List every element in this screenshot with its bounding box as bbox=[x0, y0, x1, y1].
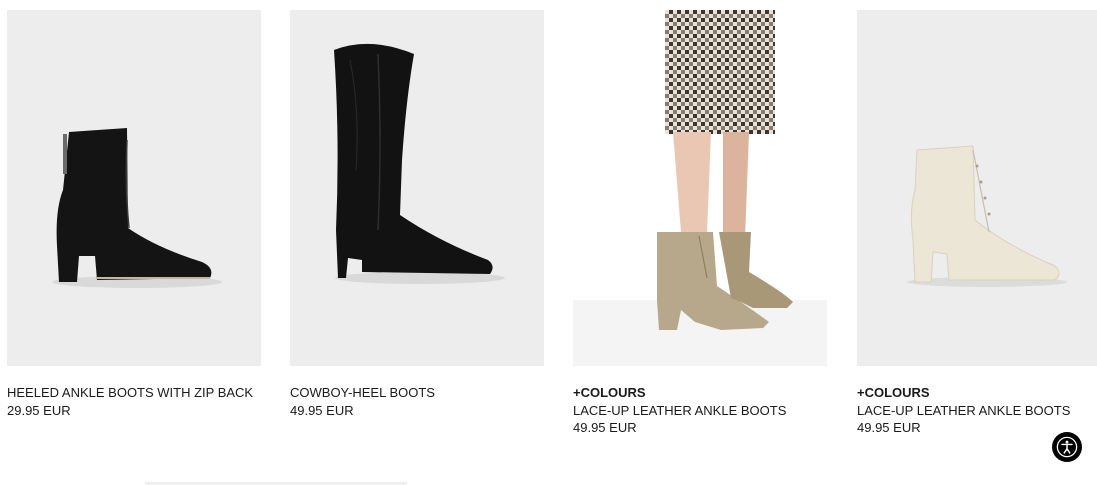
product-name[interactable]: COWBOY-HEEL BOOTS bbox=[290, 384, 544, 402]
product-name[interactable]: LACE-UP LEATHER ANKLE BOOTS bbox=[857, 402, 1097, 420]
product-image-lace-up-ankle-boots-cream[interactable] bbox=[857, 10, 1097, 366]
product-price: 49.95 EUR bbox=[290, 402, 354, 418]
product-card[interactable]: +COLOURS LACE-UP LEATHER ANKLE BOOTS 49.… bbox=[573, 10, 827, 437]
product-card[interactable]: +COLOURS LACE-UP LEATHER ANKLE BOOTS 49.… bbox=[857, 10, 1097, 437]
product-grid: HEELED ANKLE BOOTS WITH ZIP BACK 29.95 E… bbox=[0, 0, 1097, 485]
product-image-heeled-ankle-boots[interactable] bbox=[7, 10, 261, 366]
product-card[interactable]: HEELED ANKLE BOOTS WITH ZIP BACK 29.95 E… bbox=[7, 10, 261, 419]
product-image-cowboy-heel-boots[interactable] bbox=[290, 10, 544, 366]
product-info: +COLOURS LACE-UP LEATHER ANKLE BOOTS 49.… bbox=[573, 366, 827, 437]
product-image-lace-up-ankle-boots-worn[interactable] bbox=[573, 10, 827, 366]
product-name[interactable]: LACE-UP LEATHER ANKLE BOOTS bbox=[573, 402, 827, 420]
product-price: 29.95 EUR bbox=[7, 402, 71, 418]
product-badge: +COLOURS bbox=[573, 385, 646, 400]
accessibility-icon bbox=[1056, 436, 1078, 458]
product-card[interactable]: COWBOY-HEEL BOOTS 49.95 EUR bbox=[290, 10, 544, 419]
product-info: HEELED ANKLE BOOTS WITH ZIP BACK 29.95 E… bbox=[7, 366, 261, 419]
product-info: COWBOY-HEEL BOOTS 49.95 EUR bbox=[290, 366, 544, 419]
product-badge: +COLOURS bbox=[857, 385, 930, 400]
product-name[interactable]: HEELED ANKLE BOOTS WITH ZIP BACK bbox=[7, 384, 261, 402]
accessibility-button[interactable] bbox=[1052, 432, 1082, 462]
product-price: 49.95 EUR bbox=[573, 420, 637, 435]
product-info: +COLOURS LACE-UP LEATHER ANKLE BOOTS 49.… bbox=[857, 366, 1097, 437]
